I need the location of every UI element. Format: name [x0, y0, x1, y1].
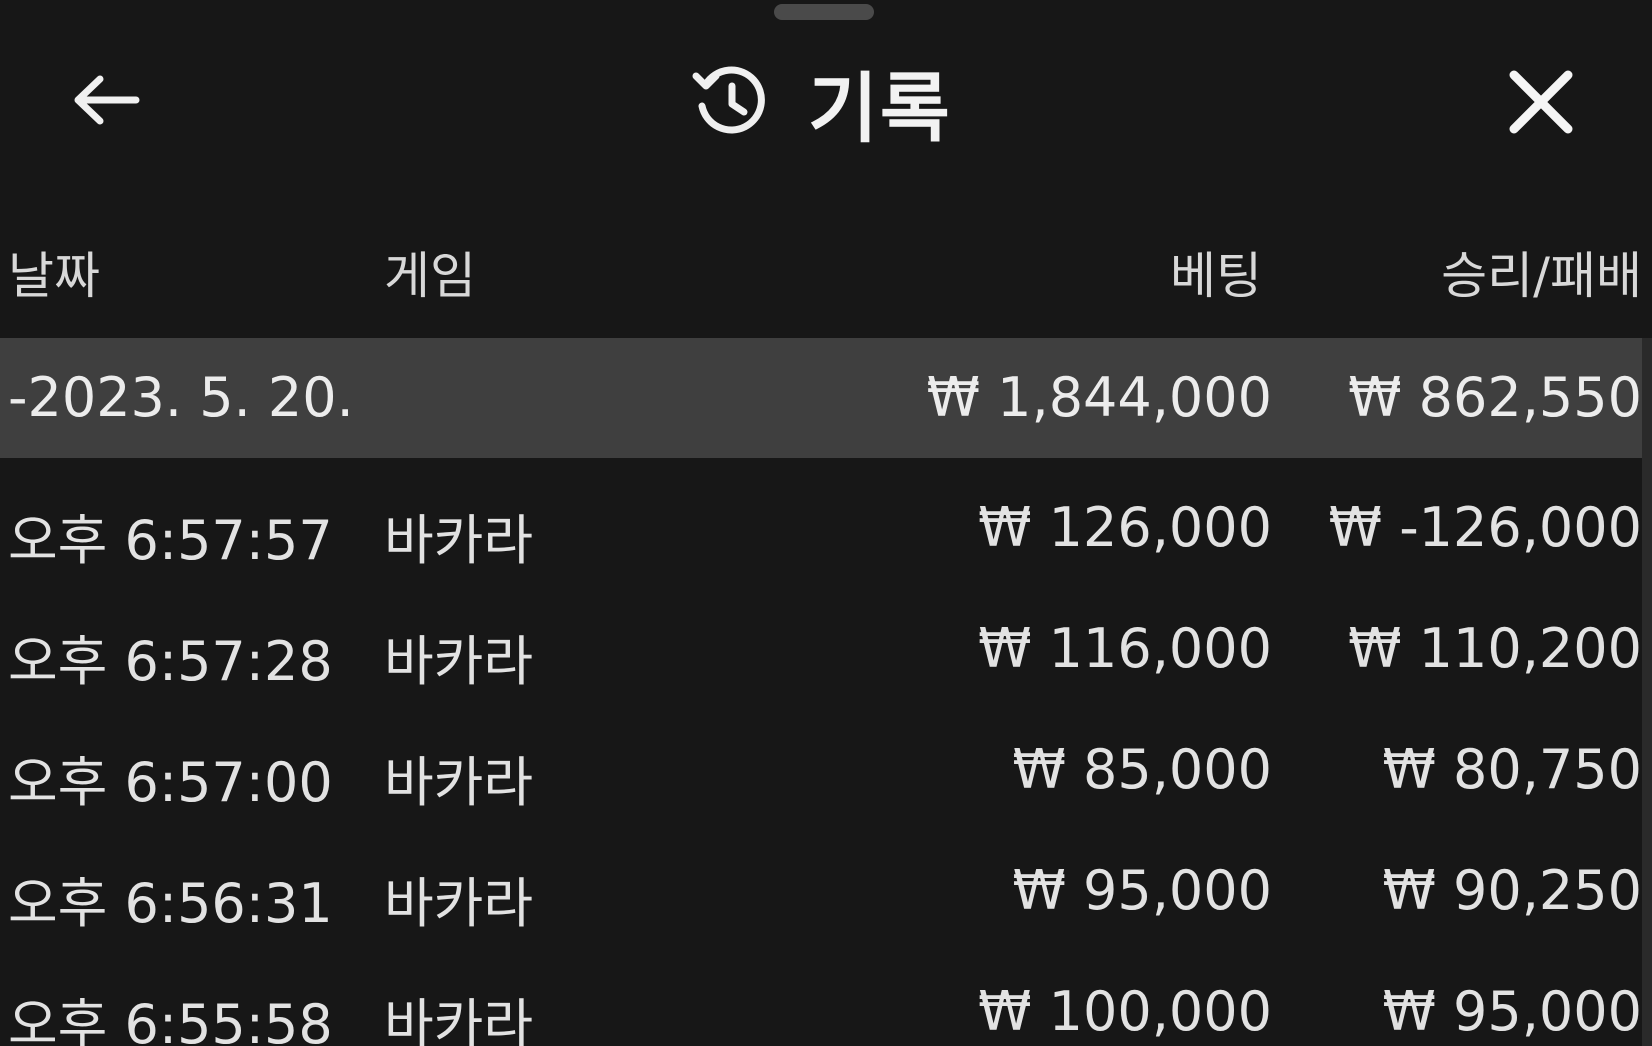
row-time: 오후 6:57:28 — [8, 630, 333, 693]
column-header-game[interactable]: 게임 — [384, 236, 476, 308]
row-game: 바카라 — [384, 993, 534, 1046]
row-time: 오후 6:57:57 — [8, 509, 333, 572]
row-result: ₩ 110,200 — [1348, 617, 1642, 680]
date-group-date: -2023. 5. 20. — [8, 366, 354, 429]
row-game: 바카라 — [384, 509, 534, 572]
date-group-bet-total: ₩ 1,844,000 — [926, 366, 1272, 429]
row-game: 바카라 — [384, 872, 534, 935]
row-result: ₩ 80,750 — [1382, 738, 1642, 801]
row-bet: ₩ 95,000 — [1012, 859, 1272, 922]
list-item[interactable]: 오후 6:57:57 바카라 ₩ 126,000 ₩ -126,000 — [0, 470, 1642, 591]
row-time: 오후 6:56:31 — [8, 872, 333, 935]
page-title: 기록 — [808, 64, 952, 153]
row-result: ₩ 95,000 — [1382, 980, 1642, 1043]
column-header-bet[interactable]: 베팅 — [1170, 236, 1262, 308]
row-bet: ₩ 116,000 — [978, 617, 1272, 680]
row-game: 바카라 — [384, 630, 534, 693]
row-time: 오후 6:55:58 — [8, 993, 333, 1046]
date-group-row[interactable]: -2023. 5. 20. ₩ 1,844,000 ₩ 862,550 — [0, 338, 1642, 458]
history-clock-icon — [692, 66, 765, 134]
history-list: 오후 6:57:57 바카라 ₩ 126,000 ₩ -126,000 오후 6… — [0, 470, 1642, 1046]
row-time: 오후 6:57:00 — [8, 751, 333, 814]
back-button[interactable] — [60, 70, 150, 130]
list-item[interactable]: 오후 6:57:00 바카라 ₩ 85,000 ₩ 80,750 — [0, 712, 1642, 833]
column-header-result[interactable]: 승리/패배 — [1441, 236, 1642, 308]
history-sheet: 기록 날짜 게임 베팅 승리/패배 -2023. 5. 20. ₩ 1,844,… — [0, 0, 1652, 1046]
row-result: ₩ -126,000 — [1328, 496, 1642, 559]
row-game: 바카라 — [384, 751, 534, 814]
list-item[interactable]: 오후 6:56:31 바카라 ₩ 95,000 ₩ 90,250 — [0, 833, 1642, 954]
scrollbar[interactable] — [1642, 338, 1652, 1046]
list-item[interactable]: 오후 6:57:28 바카라 ₩ 116,000 ₩ 110,200 — [0, 591, 1642, 712]
row-bet: ₩ 85,000 — [1012, 738, 1272, 801]
list-item[interactable]: 오후 6:55:58 바카라 ₩ 100,000 ₩ 95,000 — [0, 954, 1642, 1046]
row-result: ₩ 90,250 — [1382, 859, 1642, 922]
column-header-date[interactable]: 날짜 — [8, 236, 100, 308]
close-icon — [1509, 70, 1573, 134]
date-group-result-total: ₩ 862,550 — [1348, 366, 1642, 429]
title-group: 기록 — [690, 58, 952, 153]
row-bet: ₩ 100,000 — [978, 980, 1272, 1043]
header: 기록 — [0, 40, 1652, 160]
arrow-left-icon — [74, 75, 140, 125]
column-headers: 날짜 게임 베팅 승리/패배 — [0, 236, 1652, 316]
drag-handle[interactable] — [774, 4, 874, 20]
row-bet: ₩ 126,000 — [978, 496, 1272, 559]
close-button[interactable] — [1496, 62, 1586, 142]
